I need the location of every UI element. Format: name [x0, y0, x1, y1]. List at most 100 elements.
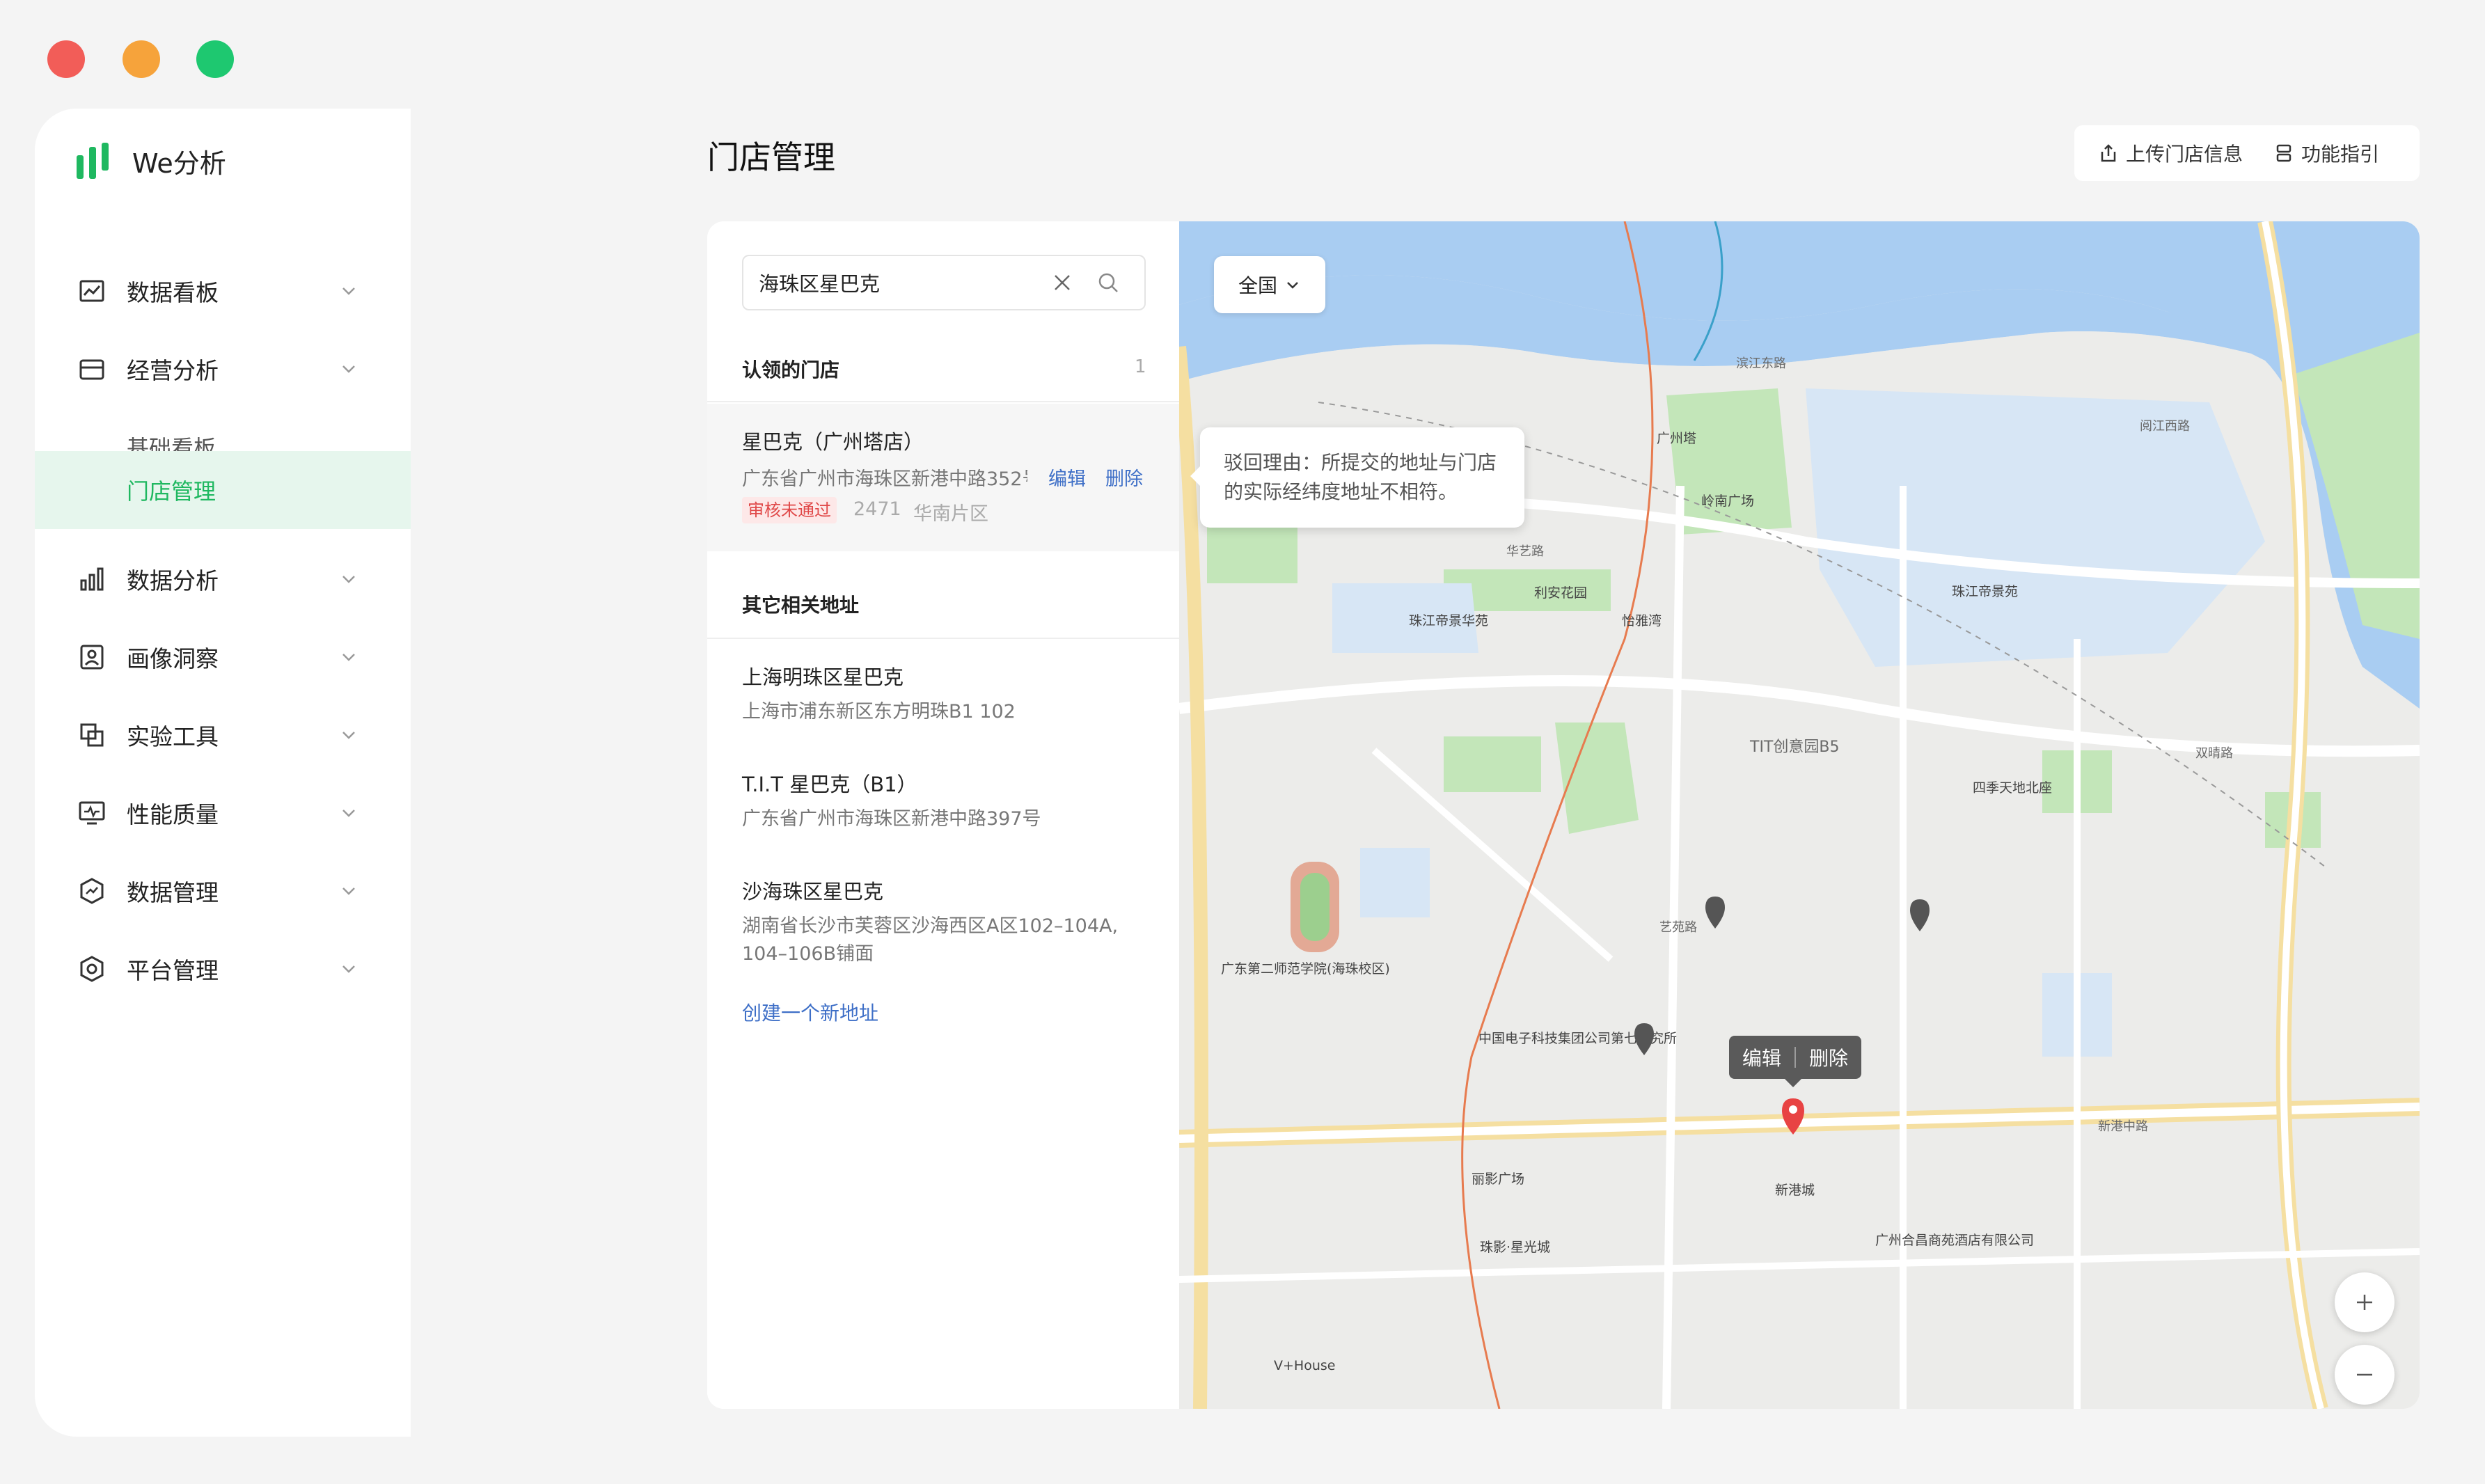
search-icon[interactable] — [1096, 270, 1121, 295]
experiment-icon — [80, 723, 104, 747]
nav-label: 门店管理 — [127, 478, 216, 505]
status-badge: 审核未通过 — [742, 497, 837, 523]
claimed-stores-heading: 认领的门店 — [742, 358, 840, 381]
map-label: 岭南广场 — [1701, 494, 1754, 509]
window-minimize-button[interactable] — [123, 40, 160, 78]
map-view[interactable]: 广州塔 岭南广场 华艺路 珠江帝景华苑 利安花园 怡雅湾 珠江帝景苑 TIT创意… — [1172, 221, 2420, 1409]
search-input[interactable] — [759, 256, 1037, 309]
edit-store-link[interactable]: 编辑 — [1048, 464, 1086, 491]
brand[interactable]: We分析 — [75, 136, 226, 185]
other-store-name[interactable]: 沙海珠区星巴克 — [742, 876, 883, 905]
map-label: 珠影·星光城 — [1480, 1240, 1550, 1255]
bar-chart-icon — [80, 567, 104, 591]
zoom-out-button[interactable] — [2335, 1345, 2395, 1405]
chevron-down-icon — [1287, 282, 1298, 289]
nav-label: 数据分析 — [127, 567, 219, 594]
nav-data-management[interactable]: 数据管理 — [35, 856, 411, 926]
guide-icon — [2276, 144, 2291, 162]
divider — [707, 401, 1179, 402]
region-selector[interactable]: 全国 — [1214, 256, 1325, 313]
map-label: 双晴路 — [2195, 746, 2233, 761]
chevron-down-icon — [342, 576, 355, 583]
portrait-icon — [80, 645, 104, 670]
other-store-address: 广东省广州市海珠区新港中路397号 — [742, 808, 1041, 830]
store-icon — [79, 359, 104, 380]
other-store-address: 湖南省长沙市芙蓉区沙海西区A区102–104A, — [742, 915, 1119, 937]
nav-label: 经营分析 — [127, 357, 219, 384]
pin-context-menu: 编辑 删除 — [1729, 1036, 1861, 1087]
other-store-address: 上海市浦东新区东方明珠B1 102 — [742, 701, 1016, 723]
map-label: TIT创意园B5 — [1749, 739, 1839, 756]
map-label: 广州合昌商苑酒店有限公司 — [1875, 1233, 2034, 1248]
top-actions: 上传门店信息 功能指引 — [2074, 125, 2420, 181]
map-label: 利安花园 — [1534, 585, 1587, 601]
window-close-button[interactable] — [47, 40, 85, 78]
nav-label: 实验工具 — [127, 723, 219, 750]
nav-label: 数据看板 — [127, 279, 219, 306]
map-label: 阅江西路 — [2140, 419, 2190, 434]
map-label: 华艺路 — [1506, 544, 1544, 559]
nav-store-management[interactable]: 门店管理 — [35, 451, 411, 529]
region-label: 全国 — [1238, 274, 1277, 297]
dashboard-icon — [79, 280, 104, 302]
map-label: 四季天地北座 — [1973, 780, 2052, 796]
sidebar: We分析 数据看板 经营分析 基础看板 门店管理 数据分析 画像洞察 实验工具 … — [35, 109, 411, 1437]
nav-experiment-tools[interactable]: 实验工具 — [35, 700, 411, 770]
page-title: 门店管理 — [707, 139, 835, 176]
pin-delete-button[interactable]: 删除 — [1796, 1043, 1861, 1071]
chevron-down-icon — [342, 654, 355, 661]
delete-store-link[interactable]: 删除 — [1105, 464, 1143, 491]
other-addresses-heading: 其它相关地址 — [742, 594, 860, 617]
upload-label: 上传门店信息 — [2126, 143, 2243, 166]
app-name: We分析 — [132, 148, 226, 179]
window-maximize-button[interactable] — [196, 40, 234, 78]
other-store-name[interactable]: T.I.T 星巴克（B1） — [742, 768, 917, 798]
map-label: 艺苑路 — [1659, 920, 1697, 935]
pin-edit-button[interactable]: 编辑 — [1729, 1043, 1794, 1071]
other-store-address-line2: 104–106B铺面 — [742, 943, 874, 965]
nav-business-analysis[interactable]: 经营分析 — [35, 334, 411, 404]
nav-platform-management[interactable]: 平台管理 — [35, 934, 411, 1004]
chevron-down-icon — [342, 810, 355, 817]
create-new-address-link[interactable]: 创建一个新地址 — [742, 998, 878, 1026]
nav-performance-quality[interactable]: 性能质量 — [35, 778, 411, 848]
map-label: 怡雅湾 — [1622, 613, 1662, 629]
store-management-panel: 认领的门店 1 星巴克（广州塔店） 广东省广州市海珠区新港中路352号 编辑 删… — [707, 221, 2420, 1409]
map-label: 珠江帝景苑 — [1952, 584, 2018, 599]
store-address: 广东省广州市海珠区新港中路352号 — [742, 468, 1027, 490]
map-label: 珠江帝景华苑 — [1409, 613, 1488, 629]
nav-label: 画像洞察 — [127, 645, 219, 672]
nav-label: 数据管理 — [127, 879, 219, 906]
nav-data-analysis[interactable]: 数据分析 — [35, 544, 411, 614]
data-manage-icon — [80, 878, 104, 904]
plus-icon — [2357, 1295, 2372, 1310]
store-region: 华南片区 — [913, 503, 988, 525]
reject-reason-line1: 驳回理由：所提交的地址与门店 — [1224, 451, 1497, 474]
store-name: 星巴克（广州塔店） — [742, 430, 924, 454]
platform-icon — [80, 956, 104, 982]
map-canvas[interactable]: 广州塔 岭南广场 华艺路 珠江帝景华苑 利安花园 怡雅湾 珠江帝景苑 TIT创意… — [1172, 221, 2420, 1409]
nav-label: 平台管理 — [127, 957, 219, 984]
other-store-name[interactable]: 上海明珠区星巴克 — [742, 661, 904, 690]
map-label: V+House — [1274, 1358, 1335, 1373]
minus-icon — [2357, 1373, 2372, 1376]
nav-label: 性能质量 — [127, 801, 219, 828]
monitor-icon — [79, 801, 105, 825]
map-label: 新港城 — [1775, 1183, 1815, 1198]
search-box — [742, 255, 1146, 310]
chevron-down-icon — [342, 287, 355, 295]
zoom-in-button[interactable] — [2335, 1272, 2395, 1332]
feature-guide-button[interactable]: 功能指引 — [2273, 125, 2379, 181]
upload-store-info-button[interactable]: 上传门店信息 — [2098, 125, 2243, 181]
nav-data-dashboard[interactable]: 数据看板 — [35, 256, 411, 326]
upload-icon — [2101, 144, 2116, 162]
nav-portrait-insight[interactable]: 画像洞察 — [35, 622, 411, 692]
chevron-down-icon — [342, 965, 355, 973]
chevron-down-icon — [342, 365, 355, 373]
map-label: 新港中路 — [2098, 1119, 2148, 1134]
reject-reason-tooltip: 驳回理由：所提交的地址与门店 的实际经纬度地址不相符。 — [1190, 427, 1524, 528]
chevron-down-icon — [342, 732, 355, 739]
clear-icon[interactable] — [1050, 270, 1075, 295]
we-analytics-logo-icon — [77, 143, 109, 179]
map-label: 滨江东路 — [1736, 356, 1786, 371]
